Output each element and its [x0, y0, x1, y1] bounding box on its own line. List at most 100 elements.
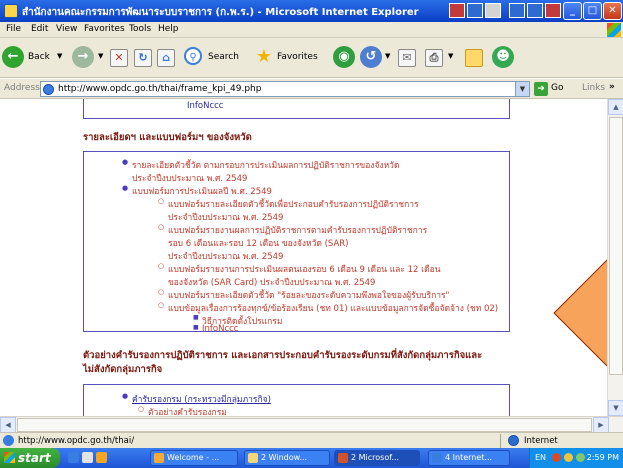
toolbar-app-icon[interactable] — [467, 3, 483, 18]
menu-file[interactable]: File — [6, 24, 21, 34]
list-item[interactable]: ของจังหวัด (SAR Card) ประจำปีงบประมาณ พ.… — [168, 275, 375, 289]
status-text: http://www.opdc.go.th/thai/ — [18, 436, 135, 446]
chevron-down-icon: ▼ — [448, 52, 454, 60]
notepad-icon — [465, 49, 483, 67]
top-cut-link[interactable]: InfoNccc — [187, 101, 223, 111]
address-field[interactable]: http://www.opdc.go.th/thai/frame_kpi_49.… — [40, 81, 530, 97]
scroll-thumb[interactable] — [609, 117, 623, 375]
menu-bar: File Edit View Favorites Tools Help — [0, 22, 623, 38]
list-item-link[interactable]: คำรับรองกรม (กระทรวงมีกลุ่มภารกิจ) — [122, 392, 271, 406]
quicklaunch-media-icon[interactable] — [96, 452, 107, 463]
mail-button[interactable]: ✉ — [398, 46, 420, 70]
tray-icon[interactable] — [564, 453, 573, 462]
quicklaunch-ie-icon[interactable] — [68, 452, 79, 463]
list-item[interactable]: แบบฟอร์มรายงานผลการปฏิบัติราชการตามคำรับ… — [158, 223, 427, 237]
media-button[interactable]: ◉ — [333, 46, 355, 70]
menu-edit[interactable]: Edit — [31, 24, 48, 34]
refresh-icon: ↻ — [134, 49, 152, 67]
close-button[interactable]: ✕ — [603, 2, 622, 20]
menu-help[interactable]: Help — [158, 24, 179, 34]
refresh-button[interactable]: ↻ — [134, 46, 156, 70]
edit-button[interactable] — [465, 46, 487, 70]
task-microsoft[interactable]: 2 Microsof... — [334, 450, 420, 466]
toolbar-app-icon[interactable] — [485, 3, 501, 18]
back-label: Back — [28, 52, 50, 62]
list-item[interactable]: ประจำปีงบประมาณ พ.ศ. 2549 — [168, 210, 283, 224]
address-url[interactable]: http://www.opdc.go.th/thai/frame_kpi_49.… — [58, 84, 261, 94]
task-windows[interactable]: 2 Window... — [244, 450, 330, 466]
forward-button[interactable]: → ▼ — [72, 46, 110, 70]
back-button[interactable]: ← Back ▼ — [2, 46, 68, 70]
maximize-button[interactable]: □ — [583, 2, 602, 20]
language-indicator[interactable]: EN — [535, 453, 546, 462]
chevron-down-icon: ▼ — [98, 52, 104, 60]
favorites-label: Favorites — [277, 52, 318, 62]
task-label: Welcome - ... — [167, 453, 220, 462]
history-button[interactable]: ↺ ▼ — [360, 46, 396, 70]
links-button[interactable]: Links — [582, 83, 605, 93]
messenger-button[interactable]: ☻ — [492, 46, 514, 70]
section-box-province: รายละเอียดตัวชี้วัด ตามกรอบการประเมินผลก… — [83, 151, 510, 334]
list-item[interactable]: แบบฟอร์มรายละเอียดตัวชี้วัด "ร้อยละของระ… — [158, 288, 449, 302]
menu-tools[interactable]: Tools — [129, 24, 151, 34]
page-content: InfoNccc รายละเอียดฯ และแบบฟอร์มฯ ของจัง… — [0, 99, 607, 416]
chevron-right-icon[interactable]: » — [609, 82, 615, 92]
stop-button[interactable]: ✕ — [110, 46, 132, 70]
list-item[interactable]: ตัวอย่างคำรับรองกรม — [138, 405, 227, 416]
horizontal-scrollbar[interactable]: ◀ ▶ — [0, 416, 623, 433]
list-item[interactable]: แบบฟอร์มรายงานการประเมินผลตนเองรอบ 6 เดื… — [158, 262, 440, 276]
menu-favorites[interactable]: Favorites — [84, 24, 125, 34]
tray-icon[interactable] — [576, 453, 585, 462]
address-dropdown-button[interactable]: ▼ — [515, 82, 529, 96]
search-button[interactable]: ⚲ Search — [184, 46, 250, 70]
task-welcome[interactable]: Welcome - ... — [150, 450, 238, 466]
address-label: Address — [4, 83, 40, 93]
scroll-right-button[interactable]: ▶ — [593, 417, 609, 433]
ie-page-icon — [3, 435, 14, 446]
vertical-scrollbar[interactable]: ▲ ▼ — [607, 99, 623, 416]
list-item[interactable]: InfoNccc — [193, 324, 239, 334]
printer-icon: ⎙ — [425, 49, 443, 67]
list-item[interactable]: แบบฟอร์มรายละเอียดตัวชี้วัดเพื่อประกอบคำ… — [158, 197, 419, 211]
address-bar: Address http://www.opdc.go.th/thai/frame… — [0, 79, 623, 99]
folder-icon — [248, 453, 258, 463]
toolbar-app-icon[interactable] — [545, 3, 561, 18]
list-item[interactable]: รายละเอียดตัวชี้วัด ตามกรอบการประเมินผลก… — [122, 158, 400, 172]
task-label: 2 Microsof... — [351, 453, 400, 462]
menu-view[interactable]: View — [56, 24, 77, 34]
home-button[interactable]: ⌂ — [157, 46, 179, 70]
clock: 2:59 PM — [586, 453, 619, 462]
task-app-icon — [338, 453, 348, 463]
orange-diamond-shape — [553, 249, 607, 377]
mail-icon: ✉ — [398, 49, 416, 67]
toolbar-app-icon[interactable] — [527, 3, 543, 18]
list-item[interactable]: ประจำปีงบประมาณ พ.ศ. 2549 — [168, 249, 283, 263]
print-button[interactable]: ⎙ ▼ — [425, 46, 459, 70]
scroll-up-button[interactable]: ▲ — [608, 99, 623, 115]
task-label: 4 Internet... — [445, 453, 493, 462]
minimize-button[interactable]: _ — [563, 2, 582, 20]
list-item[interactable]: แบบฟอร์มการประเมินผลปี พ.ศ. 2549 — [122, 184, 272, 198]
list-item[interactable]: ประจำปีงบประมาณ พ.ศ. 2549 — [132, 171, 247, 185]
tray-icon[interactable] — [552, 453, 561, 462]
media-icon: ◉ — [333, 46, 355, 68]
task-label: 2 Window... — [261, 453, 308, 462]
go-label: Go — [551, 83, 564, 93]
list-item[interactable]: แบบข้อมูลเรื่องการร้องทุกข์/ข้อร้องเรียน… — [158, 301, 498, 315]
ie-window-icon — [4, 4, 18, 18]
favorites-button[interactable]: ★ Favorites — [253, 46, 327, 70]
horizontal-scroll-thumb[interactable] — [17, 418, 592, 432]
section-heading-department-cont: ไม่สังกัดกลุ่มภารกิจ — [83, 364, 163, 375]
window-title: สำนักงานคณะกรรมการพัฒนาระบบราชการ (ก.พ.ร… — [22, 7, 419, 18]
scroll-down-button[interactable]: ▼ — [608, 400, 623, 416]
quicklaunch-desktop-icon[interactable] — [82, 452, 93, 463]
windows-flag-icon — [4, 452, 15, 463]
list-item[interactable]: รอบ 6 เดือนและรอบ 12 เดือน ของจังหวัด (S… — [168, 236, 349, 250]
toolbar-app-icon[interactable] — [509, 3, 525, 18]
scroll-left-button[interactable]: ◀ — [0, 417, 16, 433]
start-button[interactable]: start — [0, 448, 60, 468]
status-divider — [500, 434, 501, 448]
toolbar-app-icon[interactable] — [449, 3, 465, 18]
stop-icon: ✕ — [110, 49, 128, 67]
task-internet[interactable]: 4 Internet... — [428, 450, 510, 466]
